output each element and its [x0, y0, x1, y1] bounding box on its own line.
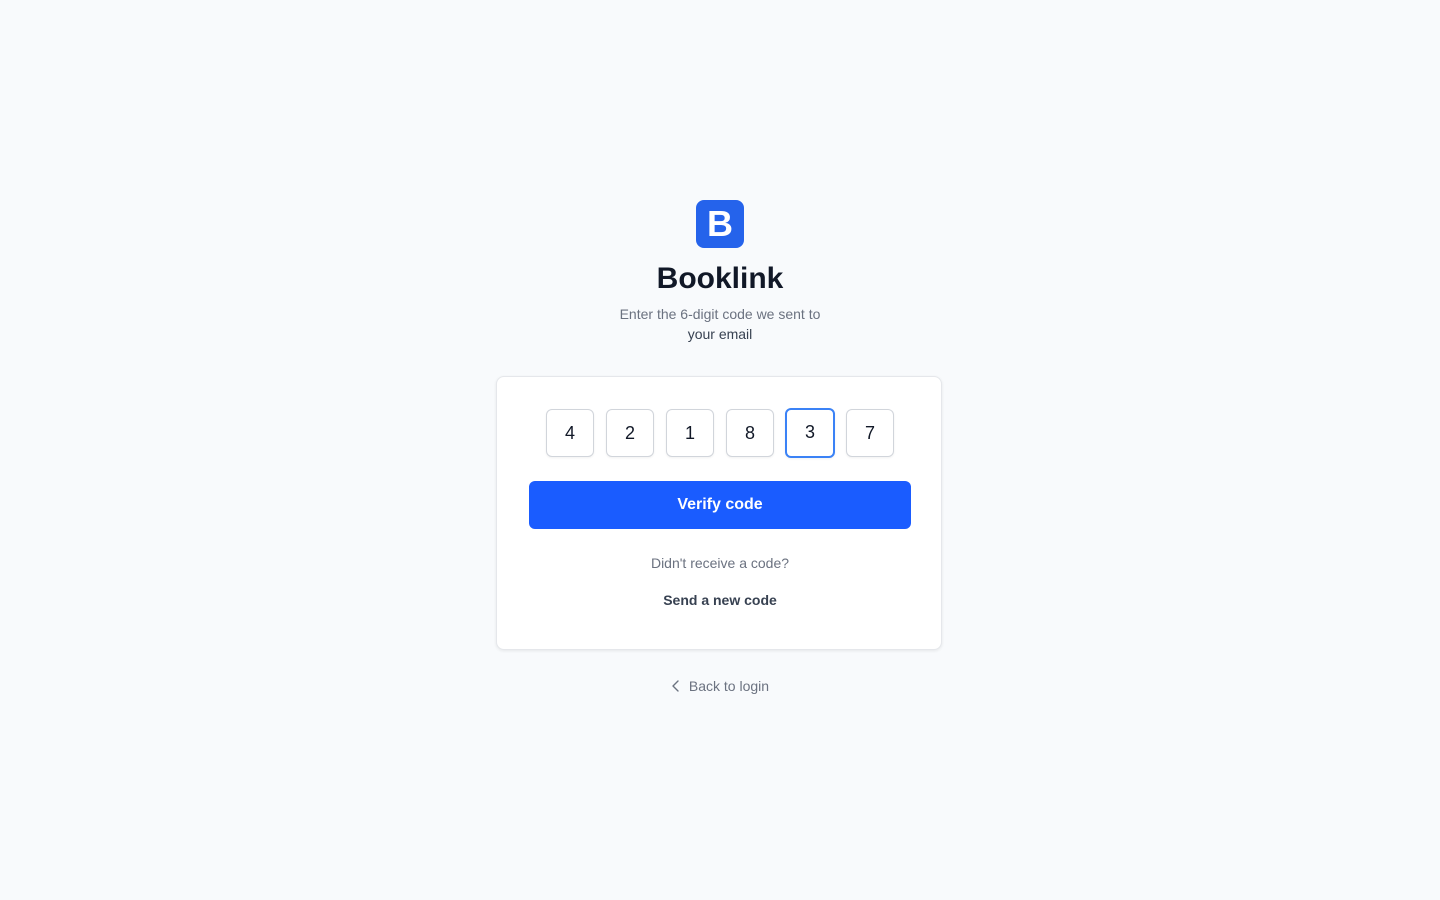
send-new-code-link[interactable]: Send a new code	[497, 590, 943, 610]
instruction-text: Enter the 6-digit code we sent to	[619, 306, 821, 322]
code-digit-3[interactable]: 1	[666, 409, 714, 457]
code-digit-6[interactable]: 7	[846, 409, 894, 457]
code-digit-4[interactable]: 8	[726, 409, 774, 457]
verification-page: B Booklink Enter the 6-digit code we sen…	[0, 0, 1440, 900]
booklink-logo: B	[696, 200, 744, 248]
back-to-login-label: Back to login	[688, 678, 770, 694]
back-to-login-link[interactable]: Back to login	[0, 676, 1440, 698]
code-digit-5[interactable]: 3	[785, 408, 835, 458]
code-input-row: 4 2 1 8 3 7	[546, 408, 896, 458]
chevron-left-icon	[672, 680, 679, 692]
no-code-prompt: Didn't receive a code?	[650, 555, 790, 571]
app-title: Booklink	[656, 262, 784, 295]
code-digit-1[interactable]: 4	[546, 409, 594, 457]
verify-code-button[interactable]: Verify code	[529, 481, 911, 529]
verification-card: 4 2 1 8 3 7 Verify code Didn't receive a…	[496, 376, 942, 650]
code-digit-2[interactable]: 2	[606, 409, 654, 457]
destination-text: your email	[687, 326, 753, 342]
